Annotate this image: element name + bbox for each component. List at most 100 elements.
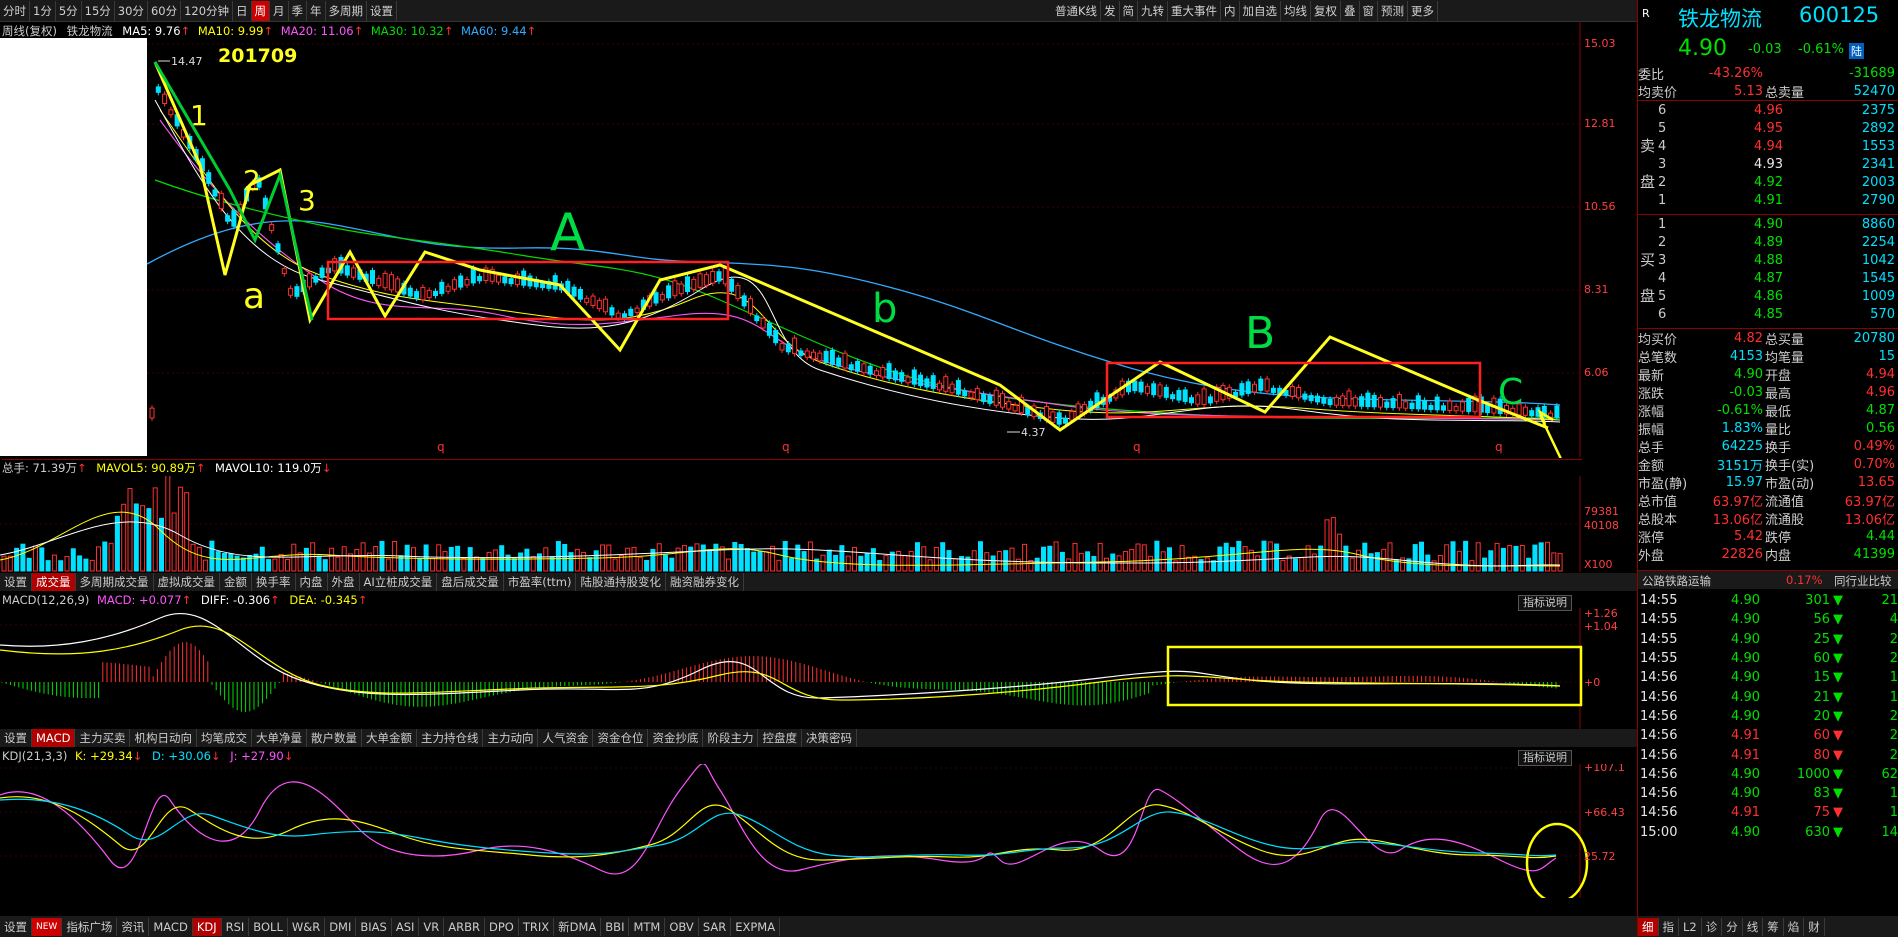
macd-tab-13[interactable]: 阶段主力 bbox=[703, 729, 759, 747]
volume-tab-5[interactable]: 换手率 bbox=[252, 573, 296, 591]
volume-tab-2[interactable]: 多周期成交量 bbox=[76, 573, 154, 591]
chart-tool-4[interactable]: 重大事件 bbox=[1168, 1, 1222, 21]
indicator-tab-10[interactable]: BIAS bbox=[356, 917, 392, 936]
buy-level-row[interactable]: 3 4.88 1042 bbox=[1638, 251, 1898, 269]
sector-name[interactable]: 公路铁路运输 bbox=[1642, 573, 1711, 589]
right-tab-4[interactable]: 分 bbox=[1722, 917, 1743, 936]
chart-tool-6[interactable]: 加自选 bbox=[1240, 1, 1282, 21]
right-tab-2[interactable]: L2 bbox=[1679, 917, 1702, 936]
volume-tab-8[interactable]: AI立桩成交量 bbox=[360, 573, 438, 591]
chart-tool-10[interactable]: 窗 bbox=[1360, 1, 1379, 21]
period-tab-3[interactable]: 15分 bbox=[82, 1, 115, 21]
indicator-tab-20[interactable]: SAR bbox=[699, 917, 732, 936]
indicator-tab-18[interactable]: MTM bbox=[629, 917, 666, 936]
chart-tool-1[interactable]: 发 bbox=[1101, 1, 1120, 21]
period-tab-10[interactable]: 季 bbox=[289, 1, 308, 21]
chart-tool-11[interactable]: 预测 bbox=[1378, 1, 1409, 21]
chart-tool-0[interactable]: 普通K线 bbox=[1052, 1, 1102, 21]
volume-tab-10[interactable]: 市盈率(ttm) bbox=[504, 573, 577, 591]
right-tab-0[interactable]: 细 bbox=[1638, 917, 1659, 936]
right-tab-3[interactable]: 诊 bbox=[1702, 917, 1723, 936]
main-price-chart[interactable]: 1 2 3 a A b B C 201709 14.47 4.37 q q q … bbox=[0, 22, 1637, 458]
sell-level-row[interactable]: 5 4.95 2892 bbox=[1638, 119, 1898, 137]
sell-level-row[interactable]: 1 4.91 2790 bbox=[1638, 191, 1898, 209]
volume-tab-11[interactable]: 陆股通持股变化 bbox=[576, 573, 666, 591]
volume-tab-12[interactable]: 融资融券变化 bbox=[666, 573, 744, 591]
right-tab-5[interactable]: 线 bbox=[1743, 917, 1764, 936]
indicator-tab-11[interactable]: ASI bbox=[392, 917, 420, 936]
buy-level-row[interactable]: 5 4.86 1009 bbox=[1638, 287, 1898, 305]
macd-tab-2[interactable]: 主力买卖 bbox=[75, 729, 131, 747]
period-tab-6[interactable]: 120分钟 bbox=[181, 1, 234, 21]
period-tab-8[interactable]: 周 bbox=[251, 1, 271, 21]
volume-tab-0[interactable]: 设置 bbox=[0, 573, 32, 591]
macd-tab-10[interactable]: 人气资金 bbox=[538, 729, 594, 747]
period-tab-12[interactable]: 多周期 bbox=[326, 1, 368, 21]
macd-tab-3[interactable]: 机构日动向 bbox=[130, 729, 197, 747]
indicator-tab-21[interactable]: EXPMA bbox=[731, 917, 781, 936]
period-tab-9[interactable]: 月 bbox=[270, 1, 289, 21]
indicator-tab-14[interactable]: DPO bbox=[485, 917, 519, 936]
right-tab-6[interactable]: 筹 bbox=[1763, 917, 1784, 936]
period-tab-4[interactable]: 30分 bbox=[115, 1, 148, 21]
kdj-chart[interactable]: +107.1 +66.43 25.72 03060912030609120306… bbox=[0, 764, 1637, 898]
volume-chart[interactable]: 79381 40108 X100 bbox=[0, 476, 1637, 572]
period-tab-7[interactable]: 日 bbox=[233, 1, 252, 21]
macd-tab-14[interactable]: 控盘度 bbox=[758, 729, 802, 747]
chart-tool-5[interactable]: 内 bbox=[1221, 1, 1240, 21]
sell-level-row[interactable]: 2 4.92 2003 bbox=[1638, 173, 1898, 191]
indicator-tab-7[interactable]: BOLL bbox=[249, 917, 288, 936]
volume-tab-4[interactable]: 金额 bbox=[220, 573, 252, 591]
sell-level-row[interactable]: 4 4.94 1553 bbox=[1638, 137, 1898, 155]
indicator-tab-3[interactable]: 资讯 bbox=[117, 917, 150, 936]
macd-tab-1[interactable]: MACD bbox=[32, 729, 76, 747]
chart-tool-8[interactable]: 复权 bbox=[1311, 1, 1342, 21]
sell-level-row[interactable]: 6 4.96 2375 bbox=[1638, 101, 1898, 119]
macd-tab-9[interactable]: 主力动向 bbox=[483, 729, 539, 747]
macd-tab-0[interactable]: 设置 bbox=[0, 729, 32, 747]
indicator-tab-13[interactable]: ARBR bbox=[444, 917, 485, 936]
chart-tool-12[interactable]: 更多 bbox=[1408, 1, 1439, 21]
indicator-tab-5[interactable]: KDJ bbox=[192, 917, 222, 936]
period-tab-0[interactable]: 分时 bbox=[0, 1, 30, 21]
volume-tab-1[interactable]: 成交量 bbox=[32, 573, 76, 591]
period-tab-1[interactable]: 1分 bbox=[30, 1, 56, 21]
macd-tab-5[interactable]: 大单净量 bbox=[252, 729, 307, 747]
macd-tab-4[interactable]: 均笔成交 bbox=[197, 729, 252, 747]
macd-tab-11[interactable]: 资金仓位 bbox=[593, 729, 649, 747]
indicator-tab-19[interactable]: OBV bbox=[665, 917, 699, 936]
chart-tool-9[interactable]: 叠 bbox=[1341, 1, 1360, 21]
indicator-tab-8[interactable]: W&R bbox=[288, 917, 326, 936]
macd-tab-6[interactable]: 散户数量 bbox=[307, 729, 362, 747]
right-tab-8[interactable]: 财 bbox=[1804, 917, 1825, 936]
buy-level-row[interactable]: 6 4.85 570 bbox=[1638, 305, 1898, 323]
buy-level-row[interactable]: 4 4.87 1545 bbox=[1638, 269, 1898, 287]
macd-chart[interactable]: +1.26 +1.04 +0 bbox=[0, 608, 1637, 730]
buy-level-row[interactable]: 1 4.90 8860 bbox=[1638, 215, 1898, 233]
indicator-tab-16[interactable]: 新DMA bbox=[554, 917, 602, 936]
indicator-tab-17[interactable]: BBI bbox=[601, 917, 630, 936]
indicator-tab-15[interactable]: TRIX bbox=[519, 917, 555, 936]
chart-tool-7[interactable]: 均线 bbox=[1281, 1, 1312, 21]
indicator-tab-9[interactable]: DMI bbox=[325, 917, 357, 936]
indicator-tab-12[interactable]: VR bbox=[419, 917, 445, 936]
indicator-tab-4[interactable]: MACD bbox=[149, 917, 193, 936]
new-badge[interactable]: NEW bbox=[32, 917, 63, 936]
period-tab-5[interactable]: 60分 bbox=[148, 1, 182, 21]
chart-tool-3[interactable]: 九转 bbox=[1138, 1, 1169, 21]
indicator-tab-0[interactable]: 设置 bbox=[0, 917, 32, 936]
indicator-tab-6[interactable]: RSI bbox=[222, 917, 250, 936]
volume-tab-3[interactable]: 虚拟成交量 bbox=[154, 573, 220, 591]
buy-level-row[interactable]: 2 4.89 2254 bbox=[1638, 233, 1898, 251]
industry-compare-link[interactable]: 同行业比较 bbox=[1834, 573, 1892, 589]
right-tab-7[interactable]: 焰 bbox=[1784, 917, 1805, 936]
volume-tab-9[interactable]: 盘后成交量 bbox=[437, 573, 504, 591]
chart-tool-2[interactable]: 简 bbox=[1120, 1, 1139, 21]
macd-tab-7[interactable]: 大单金额 bbox=[362, 729, 417, 747]
sell-level-row[interactable]: 3 4.93 2341 bbox=[1638, 155, 1898, 173]
period-tab-11[interactable]: 年 bbox=[307, 1, 326, 21]
volume-tab-6[interactable]: 内盘 bbox=[296, 573, 328, 591]
macd-tab-12[interactable]: 资金抄底 bbox=[648, 729, 704, 747]
right-tab-1[interactable]: 指 bbox=[1659, 917, 1679, 936]
volume-tab-7[interactable]: 外盘 bbox=[328, 573, 360, 591]
